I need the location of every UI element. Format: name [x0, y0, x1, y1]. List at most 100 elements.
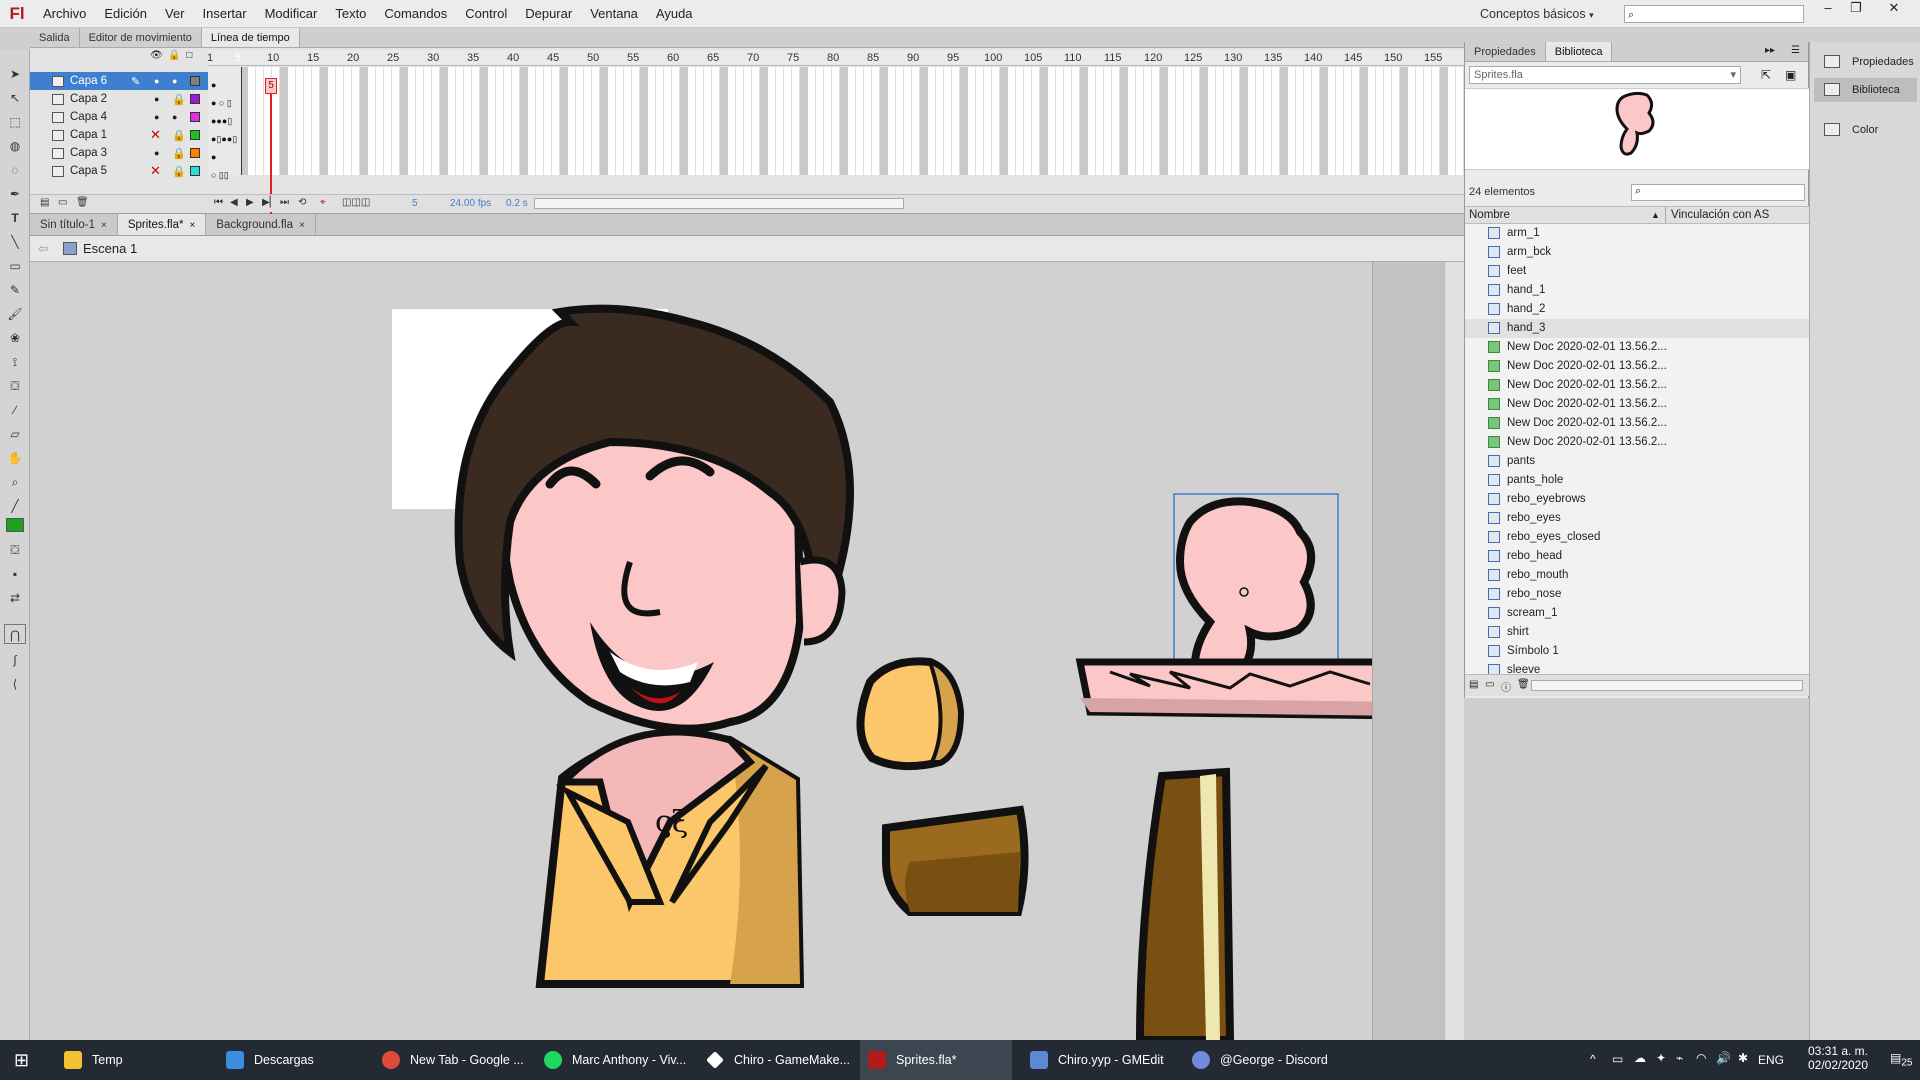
straighten-icon[interactable]: ⟨ — [4, 674, 26, 694]
battery-icon[interactable]: ▭ — [1612, 1052, 1623, 1066]
outline-color-swatch[interactable] — [190, 112, 200, 122]
eye-icon[interactable]: 👁 — [150, 50, 163, 61]
menu-edicion[interactable]: Edición — [95, 0, 156, 28]
library-item[interactable]: pants — [1465, 452, 1810, 471]
library-item[interactable]: Símbolo 1 — [1465, 642, 1810, 661]
visible-dot-icon[interactable]: ● — [154, 94, 159, 104]
task-temp[interactable]: Temp — [56, 1040, 184, 1080]
wifi-icon[interactable]: ◠ — [1696, 1051, 1706, 1065]
new-folder-icon[interactable]: ▭ — [58, 197, 67, 208]
usb-icon[interactable]: ⌁ — [1676, 1051, 1683, 1065]
play-icon[interactable]: ▶ — [246, 197, 254, 208]
new-layer-icon[interactable]: ▤ — [40, 197, 49, 208]
eyedropper-tool-icon[interactable]: ⁄ — [4, 400, 26, 420]
menu-depurar[interactable]: Depurar — [516, 0, 581, 28]
help-search-input[interactable]: ⌕ — [1624, 5, 1804, 23]
back-arrow-icon[interactable]: ⇦ — [38, 236, 49, 262]
library-item[interactable]: hand_3 — [1465, 319, 1810, 338]
swap-colors-icon[interactable]: ⇄ — [4, 588, 26, 608]
visible-dot-icon[interactable]: ● — [154, 112, 159, 122]
pin-library-icon[interactable]: ⇱ — [1761, 68, 1771, 82]
panel-menu-icon[interactable]: ☰ — [1791, 45, 1800, 56]
pants-symbol[interactable] — [1135, 767, 1235, 1040]
bluetooth-icon[interactable]: ✱ — [1738, 1051, 1748, 1065]
stage[interactable]: ςξ — [30, 262, 1464, 1040]
task-gmedit[interactable]: Chiro.yyp - GMEdit — [1022, 1040, 1174, 1080]
tab-linea-tiempo[interactable]: Línea de tiempo — [201, 28, 300, 47]
library-item[interactable]: New Doc 2020-02-01 13.56.2... — [1465, 414, 1810, 433]
pencil-tool-icon[interactable]: ✎ — [4, 280, 26, 300]
task-chrome[interactable]: New Tab - Google ... — [374, 1040, 526, 1080]
outline-color-swatch[interactable] — [190, 130, 200, 140]
close-tab-icon[interactable]: × — [189, 220, 195, 231]
library-item[interactable]: rebo_eyebrows — [1465, 490, 1810, 509]
dock-biblioteca[interactable]: Biblioteca — [1814, 78, 1917, 102]
task-flash[interactable]: Sprites.fla* — [860, 1040, 1012, 1080]
subselection-tool-icon[interactable]: ↖ — [4, 88, 26, 108]
brush-tool-icon[interactable]: 🖌 — [4, 304, 26, 324]
lock-icon[interactable]: 🔒 — [172, 165, 186, 178]
scene-name[interactable]: Escena 1 — [83, 236, 137, 262]
frame-rate[interactable]: 24.00 fps — [450, 198, 491, 209]
menu-modificar[interactable]: Modificar — [256, 0, 327, 28]
center-frame-icon[interactable]: ⌖ — [320, 197, 326, 208]
lock-icon[interactable]: 🔒 — [172, 147, 186, 160]
library-item[interactable]: rebo_eyes — [1465, 509, 1810, 528]
workspace-switcher[interactable]: Conceptos básicos ▾ — [1480, 4, 1594, 24]
timeline-scrollbar[interactable] — [534, 198, 904, 209]
lock-icon[interactable]: 🔒 — [172, 93, 186, 106]
hand-tool-icon[interactable]: ✋ — [4, 448, 26, 468]
tab-biblioteca[interactable]: Biblioteca — [1545, 42, 1613, 61]
column-nombre[interactable]: Nombre — [1469, 207, 1510, 223]
library-item[interactable]: hand_2 — [1465, 300, 1810, 319]
lock-icon[interactable]: 🔒 — [168, 50, 180, 61]
delete-layer-icon[interactable]: 🗑 — [76, 197, 89, 208]
outline-color-swatch[interactable] — [190, 76, 200, 86]
bone-tool-icon[interactable]: ⟟ — [4, 352, 26, 372]
minimize-button[interactable]: – — [1814, 0, 1842, 18]
library-search-input[interactable]: ⌕ — [1631, 184, 1805, 201]
properties-icon[interactable]: ⓘ — [1501, 679, 1511, 694]
tab-editor-movimiento[interactable]: Editor de movimiento — [80, 28, 202, 47]
paint-bucket-tool-icon[interactable]: ⛋ — [4, 376, 26, 396]
chevron-up-icon[interactable]: ^ — [1590, 1052, 1596, 1066]
tab-propiedades[interactable]: Propiedades — [1465, 42, 1546, 61]
menu-ver[interactable]: Ver — [156, 0, 194, 28]
library-item[interactable]: hand_1 — [1465, 281, 1810, 300]
character-head[interactable] — [454, 304, 854, 733]
menu-ayuda[interactable]: Ayuda — [647, 0, 702, 28]
new-symbol-icon[interactable]: ▤ — [1469, 679, 1478, 690]
outline-icon[interactable]: □ — [186, 50, 192, 61]
task-spotify[interactable]: Marc Anthony - Viv... — [536, 1040, 688, 1080]
visible-dot-icon[interactable]: ● — [154, 76, 159, 86]
zoom-tool-icon[interactable]: ⌕ — [4, 472, 26, 492]
prev-frame-icon[interactable]: ◀ — [230, 197, 238, 208]
delete-icon[interactable]: 🗑 — [1517, 679, 1530, 690]
dropbox-icon[interactable]: ✦ — [1656, 1051, 1666, 1065]
layer-capa-6[interactable]: Capa 6 ✎ ● ● — [30, 72, 208, 90]
hidden-x-icon[interactable]: ✕ — [150, 163, 161, 179]
layer-capa-4[interactable]: Capa 4 ● ● — [30, 108, 208, 126]
unlock-dot-icon[interactable]: ● — [172, 76, 177, 86]
hidden-x-icon[interactable]: ✕ — [150, 127, 161, 143]
lock-icon[interactable]: 🔒 — [172, 129, 186, 142]
outline-color-swatch[interactable] — [190, 148, 200, 158]
frame-ruler[interactable]: 1 5 10 15 20 25 30 35 40 45 50 55 60 65 … — [208, 50, 1464, 66]
menu-texto[interactable]: Texto — [326, 0, 375, 28]
layer-capa-3[interactable]: Capa 3 ● 🔒 — [30, 144, 208, 162]
line-tool-icon[interactable]: ╲ — [4, 232, 26, 252]
library-scrollbar[interactable] — [1531, 680, 1803, 691]
doc-tab-sprites[interactable]: Sprites.fla* × — [117, 214, 207, 235]
library-item[interactable]: pants_hole — [1465, 471, 1810, 490]
task-discord[interactable]: @George - Discord — [1184, 1040, 1336, 1080]
default-colors-icon[interactable]: ▪ — [4, 564, 26, 584]
text-tool-icon[interactable]: T — [4, 208, 26, 228]
close-tab-icon[interactable]: × — [299, 220, 305, 231]
expand-panel-icon[interactable]: ▸▸ — [1765, 45, 1775, 56]
eraser-tool-icon[interactable]: ▱ — [4, 424, 26, 444]
library-item[interactable]: New Doc 2020-02-01 13.56.2... — [1465, 338, 1810, 357]
library-item[interactable]: New Doc 2020-02-01 13.56.2... — [1465, 433, 1810, 452]
last-frame-icon[interactable]: ⏭ — [280, 197, 289, 208]
library-item[interactable]: rebo_mouth — [1465, 566, 1810, 585]
notifications-icon[interactable]: ▤25 — [1890, 1051, 1912, 1068]
